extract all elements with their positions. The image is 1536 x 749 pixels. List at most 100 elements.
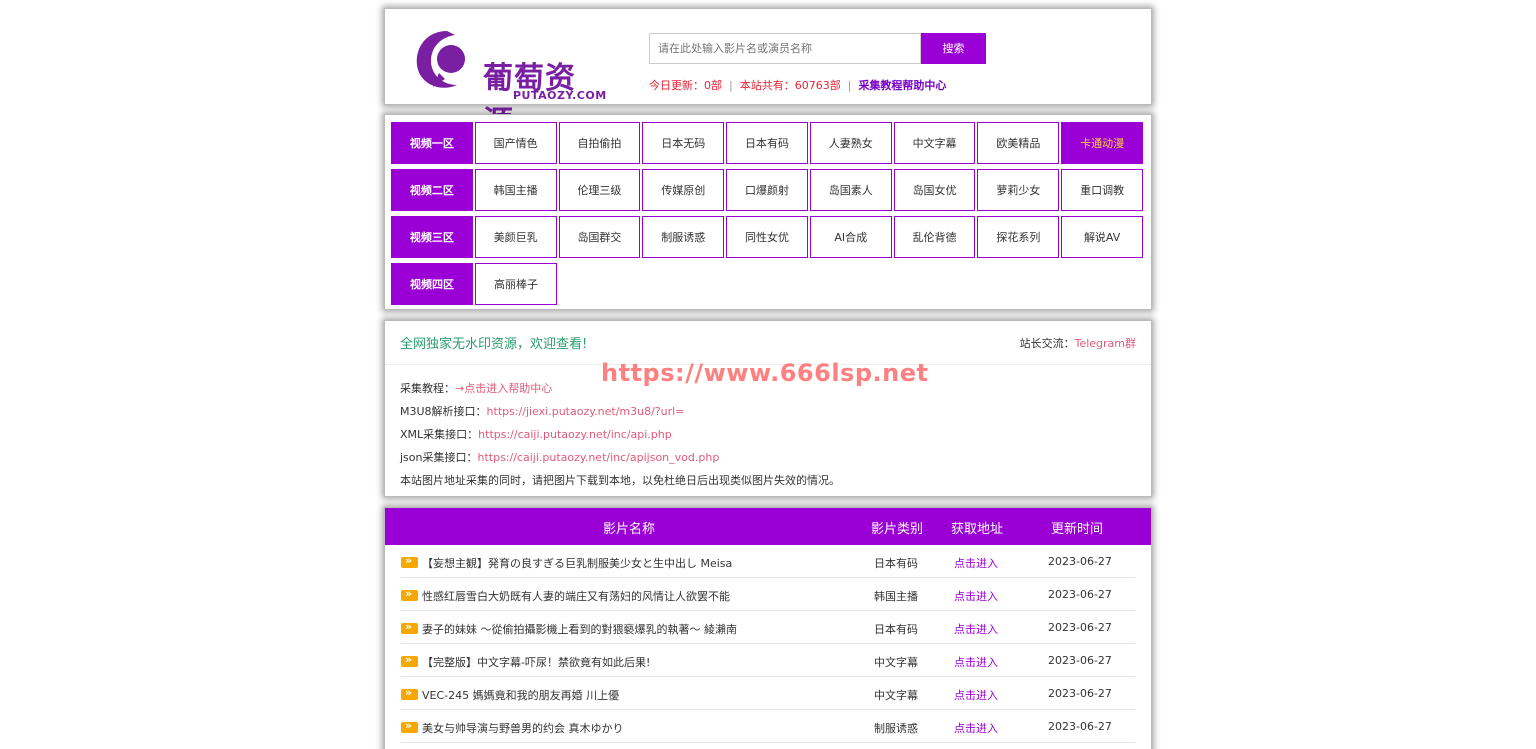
video-title-link[interactable]: 美女与帅导演与野兽男的约会 真木ゆかり xyxy=(422,720,624,736)
category-link[interactable]: 岛国素人 xyxy=(809,169,892,211)
json-api-link[interactable]: https://caiji.putaozy.net/inc/apijson_vo… xyxy=(478,451,720,464)
video-icon xyxy=(401,653,418,667)
col-type-header: 影片类别 xyxy=(871,522,924,537)
nav-row-3: 视频三区 美颜巨乳 岛国群交 制服诱惑 同性女优 AI合成 乱伦背德 探花系列 … xyxy=(391,216,1145,258)
category-link[interactable]: 制服诱惑 xyxy=(642,216,725,258)
line-label: XML采集接口： xyxy=(400,428,479,441)
category-link[interactable]: 解说AV xyxy=(1061,216,1144,258)
total-value: 60763部 xyxy=(794,79,841,92)
tutorial-link[interactable]: →点击进入帮助中心 xyxy=(455,382,552,395)
zone-3-label[interactable]: 视频三区 xyxy=(391,216,473,258)
notice-footnote: 本站图片地址采集的同时，请把图片下载到本地，以免杜绝日后出现类似图片失效的情况。 xyxy=(400,474,840,487)
video-title-link[interactable]: 【妄想主観】発育の良すぎる巨乳制服美少女と生中出し Meisa xyxy=(422,555,732,571)
contact-label: 站长交流： xyxy=(1019,336,1075,350)
video-date: 2023-06-27 xyxy=(1048,720,1112,733)
video-type: 韩国主播 xyxy=(874,590,918,603)
grape-logo-icon xyxy=(416,31,465,88)
video-date: 2023-06-27 xyxy=(1048,588,1112,601)
video-date: 2023-06-27 xyxy=(1048,555,1112,568)
get-link[interactable]: 点击进入 xyxy=(954,555,998,571)
today-label: 今日更新： xyxy=(649,79,704,92)
search-input[interactable] xyxy=(649,33,921,64)
get-link[interactable]: 点击进入 xyxy=(954,588,998,604)
category-link[interactable]: 高丽棒子 xyxy=(475,263,557,305)
category-link[interactable]: 乱伦背德 xyxy=(893,216,976,258)
category-link[interactable]: 岛国女优 xyxy=(893,169,976,211)
telegram-link[interactable]: Telegram群 xyxy=(1075,337,1136,350)
video-title-link[interactable]: 【完整版】中文字幕-吓尿！禁欲竟有如此后果! xyxy=(422,654,650,670)
col-date-header: 更新时间 xyxy=(1051,522,1104,537)
zone-4-label[interactable]: 视频四区 xyxy=(391,263,473,305)
video-type: 中文字幕 xyxy=(874,689,918,702)
category-link-active[interactable]: 卡通动漫 xyxy=(1061,122,1144,164)
line-label: json采集接口： xyxy=(400,451,478,464)
video-icon xyxy=(401,719,418,733)
video-title-link[interactable]: VEC-245 媽媽竟和我的朋友再婚 川上優 xyxy=(422,687,619,703)
video-list: 影片名称 影片类别 获取地址 更新时间 【妄想主観】発育の良すぎる巨乳制服美少女… xyxy=(384,507,1152,749)
category-link[interactable]: 日本无码 xyxy=(642,122,725,164)
col-title-header: 影片名称 xyxy=(603,522,656,537)
zone-2-label[interactable]: 视频二区 xyxy=(391,169,473,211)
site-logo[interactable]: 葡萄资源 PUTAOZY.COM xyxy=(413,27,606,140)
help-center-link[interactable]: 采集教程帮助中心 xyxy=(858,79,946,92)
divider: | xyxy=(729,79,733,92)
video-icon xyxy=(401,686,418,700)
table-row: 性感红唇雪白大奶既有人妻的端庄又有荡妇的风情让人欲罢不能 韩国主播 点击进入 2… xyxy=(401,578,1135,611)
table-row: 【完整版】中文字幕-吓尿！禁欲竟有如此后果! 中文字幕 点击进入 2023-06… xyxy=(401,644,1135,677)
get-link[interactable]: 点击进入 xyxy=(954,621,998,637)
category-link[interactable]: 欧美精品 xyxy=(977,122,1060,164)
line-label: M3U8解析接口： xyxy=(400,405,487,418)
get-link[interactable]: 点击进入 xyxy=(954,720,998,736)
table-row: 妻子的妹妹 ～從偷拍攝影機上看到的對猥褻爆乳的執著～ 綾瀨南 日本有码 点击进入… xyxy=(401,611,1135,644)
category-link[interactable]: 伦理三级 xyxy=(558,169,641,211)
notice-line: XML采集接口：https://caiji.putaozy.net/inc/ap… xyxy=(400,423,1136,446)
video-icon xyxy=(401,587,418,601)
category-link[interactable]: 重口调教 xyxy=(1061,169,1144,211)
get-link[interactable]: 点击进入 xyxy=(954,687,998,703)
category-link[interactable]: 口爆颜射 xyxy=(726,169,808,211)
zone-1-label[interactable]: 视频一区 xyxy=(391,122,473,164)
list-header: 影片名称 影片类别 获取地址 更新时间 xyxy=(385,508,1151,545)
video-type: 日本有码 xyxy=(874,623,918,636)
category-link[interactable]: 韩国主播 xyxy=(474,169,557,211)
category-link[interactable]: 同性女优 xyxy=(726,216,808,258)
video-icon xyxy=(401,554,418,568)
notice-line: json采集接口：https://caiji.putaozy.net/inc/a… xyxy=(400,446,1136,469)
today-value: 0部 xyxy=(704,79,722,92)
category-link[interactable]: 日本有码 xyxy=(726,122,808,164)
divider: | xyxy=(847,79,852,92)
notice-title: 全网独家无水印资源，欢迎查看! xyxy=(400,337,588,352)
nav-row-2: 视频二区 韩国主播 伦理三级 传媒原创 口爆颜射 岛国素人 岛国女优 萝莉少女 … xyxy=(391,169,1145,211)
m3u8-api-link[interactable]: https://jiexi.putaozy.net/m3u8/?url= xyxy=(487,405,685,418)
video-type: 制服诱惑 xyxy=(874,722,918,735)
category-link[interactable]: 自拍偷拍 xyxy=(558,122,641,164)
category-link[interactable]: 人妻熟女 xyxy=(809,122,892,164)
category-link[interactable]: 岛国群交 xyxy=(558,216,641,258)
nav-row-4: 视频四区 高丽棒子 xyxy=(391,263,1145,305)
video-date: 2023-06-27 xyxy=(1048,654,1112,667)
video-date: 2023-06-27 xyxy=(1048,687,1112,700)
contact-info: 站长交流：Telegram群 xyxy=(1020,335,1136,351)
video-date: 2023-06-27 xyxy=(1048,621,1112,634)
nav-row-1: 视频一区 国产情色 自拍偷拍 日本无码 日本有码 人妻熟女 中文字幕 欧美精品 … xyxy=(391,122,1145,164)
total-label: 本站共有： xyxy=(739,79,795,92)
category-link[interactable]: 国产情色 xyxy=(474,122,557,164)
get-link[interactable]: 点击进入 xyxy=(954,654,998,670)
video-title-link[interactable]: 妻子的妹妹 ～從偷拍攝影機上看到的對猥褻爆乳的執著～ 綾瀨南 xyxy=(422,621,737,637)
category-link[interactable]: 萝莉少女 xyxy=(977,169,1060,211)
category-link[interactable]: 传媒原创 xyxy=(642,169,725,211)
video-type: 中文字幕 xyxy=(874,656,918,669)
table-row: 美女与帅导演与野兽男的约会 真木ゆかり 制服诱惑 点击进入 2023-06-27 xyxy=(401,710,1135,743)
col-get-header: 获取地址 xyxy=(951,522,1004,537)
xml-api-link[interactable]: https://caiji.putaozy.net/inc/api.php xyxy=(478,428,672,441)
category-link[interactable]: 美颜巨乳 xyxy=(474,216,557,258)
video-title-link[interactable]: 性感红唇雪白大奶既有人妻的端庄又有荡妇的风情让人欲罢不能 xyxy=(422,588,730,604)
search-button[interactable]: 搜索 xyxy=(921,33,986,64)
video-icon xyxy=(401,620,418,634)
category-link[interactable]: 中文字幕 xyxy=(893,122,976,164)
category-link[interactable]: AI合成 xyxy=(809,216,892,258)
site-stats: 今日更新：0部 | 本站共有：60763部 | 采集教程帮助中心 xyxy=(649,77,946,93)
category-nav: 视频一区 国产情色 自拍偷拍 日本无码 日本有码 人妻熟女 中文字幕 欧美精品 … xyxy=(384,114,1152,310)
category-link[interactable]: 探花系列 xyxy=(977,216,1060,258)
table-row: VEC-245 媽媽竟和我的朋友再婚 川上優 中文字幕 点击进入 2023-06… xyxy=(401,677,1135,710)
